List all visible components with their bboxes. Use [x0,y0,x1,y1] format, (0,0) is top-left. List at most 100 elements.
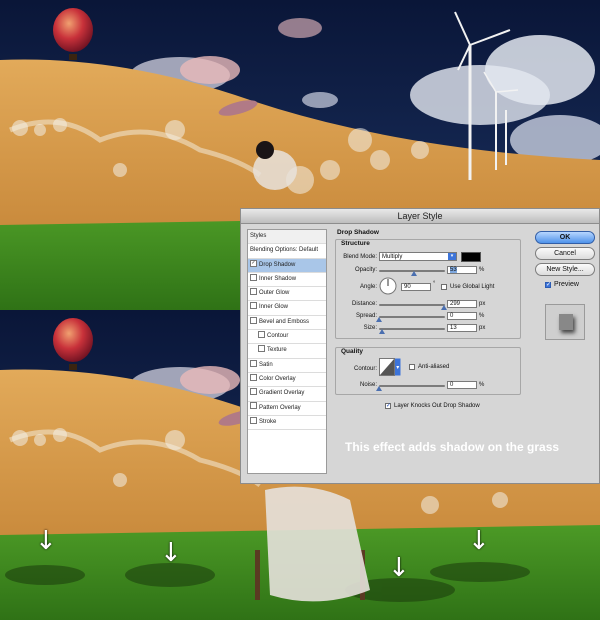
spread-input[interactable]: 0 [447,312,477,320]
distance-input[interactable]: 299 [447,300,477,308]
style-item-checkbox[interactable] [250,288,257,296]
style-item-label: Satin [259,361,273,368]
layer-knocks-out-checkbox[interactable]: ✓ [385,403,391,409]
style-item[interactable]: Gradient Overlay [248,387,326,402]
angle-label: Angle: [359,284,377,290]
noise-label: Noise: [359,382,377,388]
svg-text:▾: ▾ [396,364,399,371]
blend-mode-select[interactable]: Multiply ▾ [379,252,457,261]
down-arrow-icon: ↓ [35,526,57,556]
down-arrow-icon: ↓ [468,526,490,556]
style-item[interactable]: ✓ Drop Shadow [248,258,326,273]
style-item-label: Gradient Overlay [259,390,305,397]
style-item[interactable]: Outer Glow [248,287,326,302]
caption-text: This effect adds shadow on the grass [345,440,560,454]
size-slider-thumb[interactable] [379,329,386,334]
opacity-label: Opacity: [354,267,377,273]
layer-knocks-out-label: Layer Knocks Out Drop Shadow [394,403,480,409]
noise-input[interactable]: 0 [447,381,477,389]
angle-input[interactable]: 90 [401,283,431,291]
distance-label: Distance: [351,301,377,307]
anti-aliased-label: Anti-aliased [418,364,450,370]
style-item[interactable]: Inner Glow [248,301,326,316]
distance-unit: px [479,301,486,307]
style-item-label: Blending Options: Default [250,247,319,254]
style-item-label: Outer Glow [259,290,290,297]
style-item-checkbox[interactable] [250,302,257,310]
dialog-title[interactable]: Layer Style [241,209,599,224]
style-item-checkbox[interactable] [250,316,257,324]
size-label: Size: [363,325,377,331]
section-title: Drop Shadow [337,229,379,236]
chevron-down-icon: ▾ [448,253,456,260]
style-item[interactable]: Blending Options: Default [248,244,326,259]
style-item[interactable]: Texture [248,344,326,359]
preview-checkbox[interactable]: ✓ [545,282,551,288]
checkmark-icon: ✓ [386,403,392,409]
preview-swatch [559,314,573,330]
spread-slider-thumb[interactable] [376,317,382,322]
style-item[interactable]: Stroke [248,416,326,431]
style-item-checkbox[interactable] [250,373,257,381]
blend-mode-label: Blend Mode: [343,254,377,260]
style-item-label: Inner Glow [259,304,289,311]
new-style-button[interactable]: New Style... [535,263,595,276]
style-item-label: Pattern Overlay [259,404,301,411]
style-item-checkbox[interactable]: ✓ [250,259,257,267]
shadow-color-swatch[interactable] [461,252,481,262]
style-item-checkbox[interactable] [258,331,265,338]
angle-dial[interactable] [379,277,397,300]
noise-slider-thumb[interactable] [376,386,382,391]
angle-unit: ° [433,281,436,287]
size-unit: px [479,325,486,331]
use-global-light-checkbox[interactable] [441,284,447,290]
structure-label: Structure [341,240,370,247]
checkmark-icon: ✓ [546,282,552,288]
size-slider[interactable] [379,328,445,330]
style-item-checkbox[interactable] [250,359,257,367]
spread-slider[interactable] [379,316,445,318]
style-item[interactable]: Satin [248,359,326,373]
style-item-label: Bevel and Emboss [259,318,310,325]
styles-header: Styles [248,230,326,245]
style-item-checkbox[interactable] [258,345,265,353]
preview-thumbnail [545,304,585,340]
cancel-button[interactable]: Cancel [535,247,595,260]
style-item[interactable]: Pattern Overlay [248,402,326,416]
distance-slider-thumb[interactable] [440,305,447,310]
opacity-value: 53 [450,267,457,273]
distance-slider[interactable] [379,304,445,306]
ok-button[interactable]: OK [535,231,595,244]
styles-list: Styles Blending Options: Default ✓ Drop Sh… [247,229,327,474]
style-item[interactable]: Inner Shadow [248,273,326,288]
style-item-label: Drop Shadow [259,261,296,268]
opacity-slider-thumb[interactable] [410,271,417,276]
style-item-label: Color Overlay [259,375,296,382]
style-item-checkbox[interactable] [250,388,257,396]
opacity-input[interactable]: 53 [447,266,477,274]
spread-unit: % [479,313,485,319]
style-item-label: Inner Shadow [259,275,297,282]
style-item-checkbox[interactable] [250,273,257,281]
use-global-light-label: Use Global Light [450,284,495,290]
style-item-label: Stroke [259,418,277,425]
contour-picker[interactable]: ▾ [379,358,401,376]
down-arrow-icon: ↓ [160,538,182,568]
size-input[interactable]: 13 [447,324,477,332]
style-item-label: Texture [267,347,287,354]
spread-label: Spread: [355,313,377,319]
drop-shadow-panel: Drop Shadow Structure Blend Mode: Multip… [333,229,525,474]
noise-unit: % [479,382,485,388]
down-arrow-icon: ↓ [388,553,410,583]
quality-label: Quality [341,348,364,355]
anti-aliased-checkbox[interactable] [409,364,415,370]
noise-slider[interactable] [379,385,445,387]
style-item[interactable]: Color Overlay [248,373,326,388]
style-item-label: Contour [267,333,289,340]
style-item[interactable]: Contour [248,330,326,345]
opacity-unit: % [479,267,485,273]
style-item[interactable]: Bevel and Emboss [248,316,326,331]
style-item-checkbox[interactable] [250,402,257,410]
style-item-checkbox[interactable] [250,416,257,424]
contour-label: Contour: [353,366,377,372]
